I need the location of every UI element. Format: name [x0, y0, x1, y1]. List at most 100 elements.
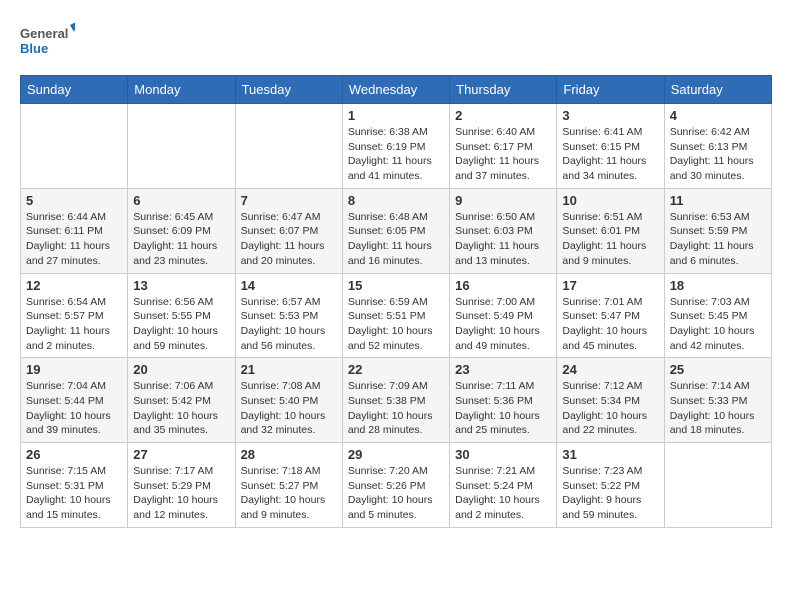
day-info: Sunrise: 7:06 AM Sunset: 5:42 PM Dayligh…	[133, 379, 229, 438]
day-info: Sunrise: 6:42 AM Sunset: 6:13 PM Dayligh…	[670, 125, 766, 184]
day-info: Sunrise: 6:38 AM Sunset: 6:19 PM Dayligh…	[348, 125, 444, 184]
day-number: 9	[455, 193, 551, 208]
day-info: Sunrise: 6:47 AM Sunset: 6:07 PM Dayligh…	[241, 210, 337, 269]
calendar-cell: 13Sunrise: 6:56 AM Sunset: 5:55 PM Dayli…	[128, 273, 235, 358]
day-number: 10	[562, 193, 658, 208]
calendar-cell: 12Sunrise: 6:54 AM Sunset: 5:57 PM Dayli…	[21, 273, 128, 358]
day-of-week-header: Friday	[557, 76, 664, 104]
day-number: 13	[133, 278, 229, 293]
calendar-cell: 24 Sunrise: 7:12 AM Sunset: 5:34 PM Dayli…	[557, 358, 664, 443]
day-info: Sunrise: 6:50 AM Sunset: 6:03 PM Dayligh…	[455, 210, 551, 269]
day-number: 31	[562, 447, 658, 462]
day-number: 4	[670, 108, 766, 123]
day-number: 16	[455, 278, 551, 293]
day-info: Sunrise: 7:01 AM Sunset: 5:47 PM Dayligh…	[562, 295, 658, 354]
day-number: 27	[133, 447, 229, 462]
calendar-cell: 25 Sunrise: 7:14 AM Sunset: 5:33 PM Dayli…	[664, 358, 771, 443]
calendar-cell: 19Sunrise: 7:04 AM Sunset: 5:44 PM Dayli…	[21, 358, 128, 443]
day-info: Sunrise: 6:54 AM Sunset: 5:57 PM Dayligh…	[26, 295, 122, 354]
day-number: 18	[670, 278, 766, 293]
calendar-cell: 27 Sunrise: 7:17 AM Sunset: 5:29 PM Dayli…	[128, 443, 235, 528]
calendar-cell: 21Sunrise: 7:08 AM Sunset: 5:40 PM Dayli…	[235, 358, 342, 443]
calendar-week-row: 26 Sunrise: 7:15 AM Sunset: 5:31 PM Dayli…	[21, 443, 772, 528]
day-info: Sunrise: 7:11 AM Sunset: 5:36 PM Dayligh…	[455, 379, 551, 438]
calendar-header-row: SundayMondayTuesdayWednesdayThursdayFrid…	[21, 76, 772, 104]
day-info: Sunrise: 7:00 AM Sunset: 5:49 PM Dayligh…	[455, 295, 551, 354]
day-info: Sunrise: 7:23 AM Sunset: 5:22 PM Dayligh…	[562, 464, 658, 523]
day-number: 23	[455, 362, 551, 377]
logo-svg: General Blue	[20, 20, 75, 65]
day-of-week-header: Thursday	[450, 76, 557, 104]
day-number: 7	[241, 193, 337, 208]
calendar-cell: 11 Sunrise: 6:53 AM Sunset: 5:59 PM Dayli…	[664, 188, 771, 273]
calendar-cell: 4 Sunrise: 6:42 AM Sunset: 6:13 PM Daylig…	[664, 104, 771, 189]
day-info: Sunrise: 7:03 AM Sunset: 5:45 PM Dayligh…	[670, 295, 766, 354]
day-info: Sunrise: 6:44 AM Sunset: 6:11 PM Dayligh…	[26, 210, 122, 269]
calendar-cell	[128, 104, 235, 189]
day-info: Sunrise: 7:15 AM Sunset: 5:31 PM Dayligh…	[26, 464, 122, 523]
calendar-cell: 17 Sunrise: 7:01 AM Sunset: 5:47 PM Dayli…	[557, 273, 664, 358]
calendar-cell: 22 Sunrise: 7:09 AM Sunset: 5:38 PM Dayli…	[342, 358, 449, 443]
day-of-week-header: Saturday	[664, 76, 771, 104]
day-info: Sunrise: 6:53 AM Sunset: 5:59 PM Dayligh…	[670, 210, 766, 269]
day-number: 29	[348, 447, 444, 462]
day-number: 20	[133, 362, 229, 377]
day-number: 19	[26, 362, 122, 377]
day-number: 8	[348, 193, 444, 208]
day-info: Sunrise: 7:14 AM Sunset: 5:33 PM Dayligh…	[670, 379, 766, 438]
calendar-week-row: 12Sunrise: 6:54 AM Sunset: 5:57 PM Dayli…	[21, 273, 772, 358]
calendar-cell: 9 Sunrise: 6:50 AM Sunset: 6:03 PM Daylig…	[450, 188, 557, 273]
day-number: 5	[26, 193, 122, 208]
calendar-cell	[21, 104, 128, 189]
calendar-cell: 2Sunrise: 6:40 AM Sunset: 6:17 PM Daylig…	[450, 104, 557, 189]
day-number: 3	[562, 108, 658, 123]
day-number: 22	[348, 362, 444, 377]
calendar-cell: 14 Sunrise: 6:57 AM Sunset: 5:53 PM Dayli…	[235, 273, 342, 358]
header: General Blue	[20, 20, 772, 65]
day-number: 21	[241, 362, 337, 377]
day-info: Sunrise: 7:17 AM Sunset: 5:29 PM Dayligh…	[133, 464, 229, 523]
day-number: 25	[670, 362, 766, 377]
day-info: Sunrise: 6:45 AM Sunset: 6:09 PM Dayligh…	[133, 210, 229, 269]
calendar-cell	[235, 104, 342, 189]
day-info: Sunrise: 6:51 AM Sunset: 6:01 PM Dayligh…	[562, 210, 658, 269]
calendar-cell: 20 Sunrise: 7:06 AM Sunset: 5:42 PM Dayli…	[128, 358, 235, 443]
calendar-cell: 6Sunrise: 6:45 AM Sunset: 6:09 PM Daylig…	[128, 188, 235, 273]
calendar-cell: 18 Sunrise: 7:03 AM Sunset: 5:45 PM Dayli…	[664, 273, 771, 358]
calendar-cell: 5 Sunrise: 6:44 AM Sunset: 6:11 PM Daylig…	[21, 188, 128, 273]
calendar-cell: 1 Sunrise: 6:38 AM Sunset: 6:19 PM Daylig…	[342, 104, 449, 189]
calendar: SundayMondayTuesdayWednesdayThursdayFrid…	[20, 75, 772, 528]
calendar-cell: 8Sunrise: 6:48 AM Sunset: 6:05 PM Daylig…	[342, 188, 449, 273]
calendar-cell	[664, 443, 771, 528]
day-info: Sunrise: 6:57 AM Sunset: 5:53 PM Dayligh…	[241, 295, 337, 354]
day-number: 1	[348, 108, 444, 123]
day-info: Sunrise: 7:09 AM Sunset: 5:38 PM Dayligh…	[348, 379, 444, 438]
day-of-week-header: Tuesday	[235, 76, 342, 104]
day-number: 15	[348, 278, 444, 293]
day-number: 24	[562, 362, 658, 377]
calendar-cell: 30Sunrise: 7:21 AM Sunset: 5:24 PM Dayli…	[450, 443, 557, 528]
calendar-week-row: 19Sunrise: 7:04 AM Sunset: 5:44 PM Dayli…	[21, 358, 772, 443]
day-info: Sunrise: 6:41 AM Sunset: 6:15 PM Dayligh…	[562, 125, 658, 184]
day-of-week-header: Monday	[128, 76, 235, 104]
day-of-week-header: Wednesday	[342, 76, 449, 104]
logo: General Blue	[20, 20, 75, 65]
day-number: 26	[26, 447, 122, 462]
svg-text:Blue: Blue	[20, 41, 48, 56]
day-number: 11	[670, 193, 766, 208]
day-info: Sunrise: 6:59 AM Sunset: 5:51 PM Dayligh…	[348, 295, 444, 354]
day-info: Sunrise: 7:12 AM Sunset: 5:34 PM Dayligh…	[562, 379, 658, 438]
day-info: Sunrise: 6:40 AM Sunset: 6:17 PM Dayligh…	[455, 125, 551, 184]
page: General Blue SundayMondayTuesdayWednesda…	[0, 0, 792, 538]
calendar-cell: 15 Sunrise: 6:59 AM Sunset: 5:51 PM Dayli…	[342, 273, 449, 358]
day-number: 30	[455, 447, 551, 462]
day-number: 17	[562, 278, 658, 293]
day-info: Sunrise: 7:18 AM Sunset: 5:27 PM Dayligh…	[241, 464, 337, 523]
calendar-cell: 10 Sunrise: 6:51 AM Sunset: 6:01 PM Dayli…	[557, 188, 664, 273]
calendar-cell: 29 Sunrise: 7:20 AM Sunset: 5:26 PM Dayli…	[342, 443, 449, 528]
calendar-cell: 28Sunrise: 7:18 AM Sunset: 5:27 PM Dayli…	[235, 443, 342, 528]
day-number: 14	[241, 278, 337, 293]
day-info: Sunrise: 7:20 AM Sunset: 5:26 PM Dayligh…	[348, 464, 444, 523]
calendar-week-row: 5 Sunrise: 6:44 AM Sunset: 6:11 PM Daylig…	[21, 188, 772, 273]
calendar-cell: 7 Sunrise: 6:47 AM Sunset: 6:07 PM Daylig…	[235, 188, 342, 273]
